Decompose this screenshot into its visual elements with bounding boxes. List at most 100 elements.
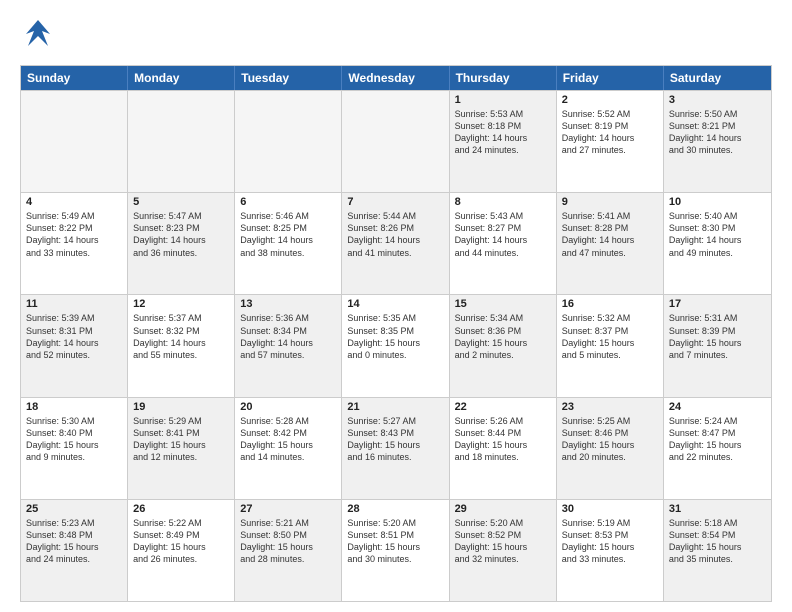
day-number: 20 bbox=[240, 401, 336, 413]
calendar-cell-empty-0-3 bbox=[342, 91, 449, 192]
calendar-cell-18: 18Sunrise: 5:30 AM Sunset: 8:40 PM Dayli… bbox=[21, 398, 128, 499]
calendar-header: SundayMondayTuesdayWednesdayThursdayFrid… bbox=[21, 66, 771, 90]
day-info: Sunrise: 5:34 AM Sunset: 8:36 PM Dayligh… bbox=[455, 312, 551, 361]
logo bbox=[20, 16, 62, 57]
day-info: Sunrise: 5:27 AM Sunset: 8:43 PM Dayligh… bbox=[347, 415, 443, 464]
day-number: 22 bbox=[455, 401, 551, 413]
day-info: Sunrise: 5:20 AM Sunset: 8:52 PM Dayligh… bbox=[455, 517, 551, 566]
calendar-cell-21: 21 Sunrise: 5:27 AM Sunset: 8:43 PM Dayli… bbox=[342, 398, 449, 499]
day-number: 31 bbox=[669, 503, 766, 515]
page: SundayMondayTuesdayWednesdayThursdayFrid… bbox=[0, 0, 792, 612]
day-number: 15 bbox=[455, 298, 551, 310]
header bbox=[20, 16, 772, 57]
calendar-cell-9: 9Sunrise: 5:41 AM Sunset: 8:28 PM Daylig… bbox=[557, 193, 664, 294]
calendar-cell-8: 8 Sunrise: 5:43 AM Sunset: 8:27 PM Daylig… bbox=[450, 193, 557, 294]
day-number: 24 bbox=[669, 401, 766, 413]
calendar: SundayMondayTuesdayWednesdayThursdayFrid… bbox=[20, 65, 772, 602]
calendar-cell-29: 29 Sunrise: 5:20 AM Sunset: 8:52 PM Dayli… bbox=[450, 500, 557, 601]
day-info: Sunrise: 5:43 AM Sunset: 8:27 PM Dayligh… bbox=[455, 210, 551, 259]
header-day-wednesday: Wednesday bbox=[342, 66, 449, 90]
calendar-cell-5: 5 Sunrise: 5:47 AM Sunset: 8:23 PM Daylig… bbox=[128, 193, 235, 294]
header-day-monday: Monday bbox=[128, 66, 235, 90]
day-info: Sunrise: 5:25 AM Sunset: 8:46 PM Dayligh… bbox=[562, 415, 658, 464]
day-number: 6 bbox=[240, 196, 336, 208]
day-number: 29 bbox=[455, 503, 551, 515]
day-info: Sunrise: 5:22 AM Sunset: 8:49 PM Dayligh… bbox=[133, 517, 229, 566]
day-number: 21 bbox=[347, 401, 443, 413]
calendar-cell-11: 11 Sunrise: 5:39 AM Sunset: 8:31 PM Dayli… bbox=[21, 295, 128, 396]
calendar-row-1: 4Sunrise: 5:49 AM Sunset: 8:22 PM Daylig… bbox=[21, 192, 771, 294]
day-info: Sunrise: 5:41 AM Sunset: 8:28 PM Dayligh… bbox=[562, 210, 658, 259]
day-info: Sunrise: 5:44 AM Sunset: 8:26 PM Dayligh… bbox=[347, 210, 443, 259]
calendar-cell-12: 12 Sunrise: 5:37 AM Sunset: 8:32 PM Dayli… bbox=[128, 295, 235, 396]
calendar-cell-1: 1Sunrise: 5:53 AM Sunset: 8:18 PM Daylig… bbox=[450, 91, 557, 192]
day-info: Sunrise: 5:52 AM Sunset: 8:19 PM Dayligh… bbox=[562, 108, 658, 157]
calendar-cell-4: 4Sunrise: 5:49 AM Sunset: 8:22 PM Daylig… bbox=[21, 193, 128, 294]
day-info: Sunrise: 5:28 AM Sunset: 8:42 PM Dayligh… bbox=[240, 415, 336, 464]
day-number: 10 bbox=[669, 196, 766, 208]
day-number: 14 bbox=[347, 298, 443, 310]
calendar-row-0: 1Sunrise: 5:53 AM Sunset: 8:18 PM Daylig… bbox=[21, 90, 771, 192]
day-info: Sunrise: 5:29 AM Sunset: 8:41 PM Dayligh… bbox=[133, 415, 229, 464]
calendar-cell-28: 28 Sunrise: 5:20 AM Sunset: 8:51 PM Dayli… bbox=[342, 500, 449, 601]
day-info: Sunrise: 5:26 AM Sunset: 8:44 PM Dayligh… bbox=[455, 415, 551, 464]
header-day-tuesday: Tuesday bbox=[235, 66, 342, 90]
day-number: 16 bbox=[562, 298, 658, 310]
day-info: Sunrise: 5:21 AM Sunset: 8:50 PM Dayligh… bbox=[240, 517, 336, 566]
day-number: 11 bbox=[26, 298, 122, 310]
calendar-cell-13: 13 Sunrise: 5:36 AM Sunset: 8:34 PM Dayli… bbox=[235, 295, 342, 396]
day-info: Sunrise: 5:19 AM Sunset: 8:53 PM Dayligh… bbox=[562, 517, 658, 566]
day-info: Sunrise: 5:50 AM Sunset: 8:21 PM Dayligh… bbox=[669, 108, 766, 157]
calendar-cell-25: 25 Sunrise: 5:23 AM Sunset: 8:48 PM Dayli… bbox=[21, 500, 128, 601]
day-info: Sunrise: 5:30 AM Sunset: 8:40 PM Dayligh… bbox=[26, 415, 122, 464]
header-day-saturday: Saturday bbox=[664, 66, 771, 90]
calendar-cell-3: 3 Sunrise: 5:50 AM Sunset: 8:21 PM Daylig… bbox=[664, 91, 771, 192]
day-number: 5 bbox=[133, 196, 229, 208]
day-number: 26 bbox=[133, 503, 229, 515]
calendar-cell-16: 16Sunrise: 5:32 AM Sunset: 8:37 PM Dayli… bbox=[557, 295, 664, 396]
day-number: 28 bbox=[347, 503, 443, 515]
header-day-thursday: Thursday bbox=[450, 66, 557, 90]
day-info: Sunrise: 5:35 AM Sunset: 8:35 PM Dayligh… bbox=[347, 312, 443, 361]
day-info: Sunrise: 5:24 AM Sunset: 8:47 PM Dayligh… bbox=[669, 415, 766, 464]
calendar-cell-empty-0-1 bbox=[128, 91, 235, 192]
calendar-cell-19: 19 Sunrise: 5:29 AM Sunset: 8:41 PM Dayli… bbox=[128, 398, 235, 499]
day-number: 27 bbox=[240, 503, 336, 515]
day-number: 25 bbox=[26, 503, 122, 515]
day-info: Sunrise: 5:18 AM Sunset: 8:54 PM Dayligh… bbox=[669, 517, 766, 566]
calendar-cell-23: 23Sunrise: 5:25 AM Sunset: 8:46 PM Dayli… bbox=[557, 398, 664, 499]
day-number: 19 bbox=[133, 401, 229, 413]
day-number: 17 bbox=[669, 298, 766, 310]
day-info: Sunrise: 5:37 AM Sunset: 8:32 PM Dayligh… bbox=[133, 312, 229, 361]
calendar-row-4: 25 Sunrise: 5:23 AM Sunset: 8:48 PM Dayli… bbox=[21, 499, 771, 601]
calendar-row-3: 18Sunrise: 5:30 AM Sunset: 8:40 PM Dayli… bbox=[21, 397, 771, 499]
calendar-cell-14: 14 Sunrise: 5:35 AM Sunset: 8:35 PM Dayli… bbox=[342, 295, 449, 396]
calendar-cell-22: 22 Sunrise: 5:26 AM Sunset: 8:44 PM Dayli… bbox=[450, 398, 557, 499]
header-day-sunday: Sunday bbox=[21, 66, 128, 90]
calendar-cell-30: 30 Sunrise: 5:19 AM Sunset: 8:53 PM Dayli… bbox=[557, 500, 664, 601]
day-info: Sunrise: 5:46 AM Sunset: 8:25 PM Dayligh… bbox=[240, 210, 336, 259]
calendar-cell-empty-0-0 bbox=[21, 91, 128, 192]
calendar-cell-empty-0-2 bbox=[235, 91, 342, 192]
day-number: 12 bbox=[133, 298, 229, 310]
calendar-cell-20: 20 Sunrise: 5:28 AM Sunset: 8:42 PM Dayli… bbox=[235, 398, 342, 499]
header-day-friday: Friday bbox=[557, 66, 664, 90]
day-info: Sunrise: 5:36 AM Sunset: 8:34 PM Dayligh… bbox=[240, 312, 336, 361]
calendar-cell-15: 15 Sunrise: 5:34 AM Sunset: 8:36 PM Dayli… bbox=[450, 295, 557, 396]
day-number: 3 bbox=[669, 94, 766, 106]
day-info: Sunrise: 5:39 AM Sunset: 8:31 PM Dayligh… bbox=[26, 312, 122, 361]
day-number: 13 bbox=[240, 298, 336, 310]
day-number: 30 bbox=[562, 503, 658, 515]
logo-bird bbox=[20, 16, 56, 57]
day-number: 8 bbox=[455, 196, 551, 208]
day-info: Sunrise: 5:23 AM Sunset: 8:48 PM Dayligh… bbox=[26, 517, 122, 566]
calendar-body: 1Sunrise: 5:53 AM Sunset: 8:18 PM Daylig… bbox=[21, 90, 771, 601]
calendar-cell-10: 10Sunrise: 5:40 AM Sunset: 8:30 PM Dayli… bbox=[664, 193, 771, 294]
calendar-cell-17: 17 Sunrise: 5:31 AM Sunset: 8:39 PM Dayli… bbox=[664, 295, 771, 396]
day-info: Sunrise: 5:31 AM Sunset: 8:39 PM Dayligh… bbox=[669, 312, 766, 361]
calendar-cell-6: 6 Sunrise: 5:46 AM Sunset: 8:25 PM Daylig… bbox=[235, 193, 342, 294]
calendar-row-2: 11 Sunrise: 5:39 AM Sunset: 8:31 PM Dayli… bbox=[21, 294, 771, 396]
day-info: Sunrise: 5:47 AM Sunset: 8:23 PM Dayligh… bbox=[133, 210, 229, 259]
day-info: Sunrise: 5:49 AM Sunset: 8:22 PM Dayligh… bbox=[26, 210, 122, 259]
day-info: Sunrise: 5:20 AM Sunset: 8:51 PM Dayligh… bbox=[347, 517, 443, 566]
